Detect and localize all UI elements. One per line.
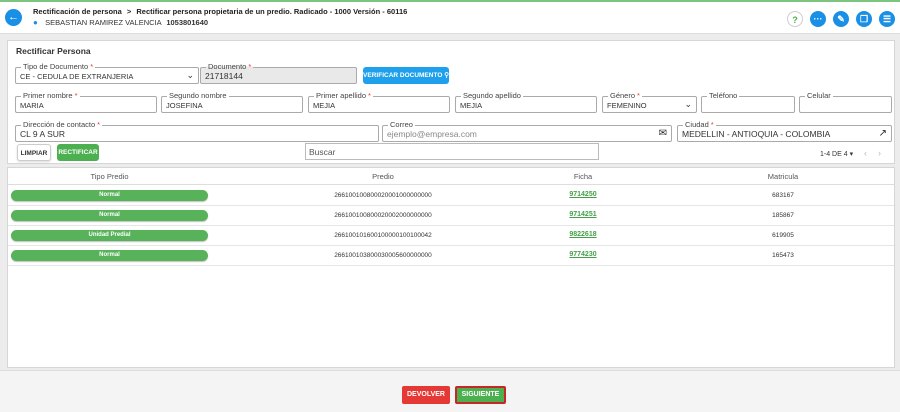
breadcrumb-current: Rectificar persona propietaria de un pre… (136, 7, 408, 16)
matricula-cell: 185867 (772, 212, 794, 219)
property-type-badge: Normal (11, 250, 208, 261)
breadcrumb-parent[interactable]: Rectificación de persona (33, 7, 122, 16)
predio-cell: 266100100800020002000000000 (334, 212, 432, 219)
contact-address-field[interactable]: Dirección de contacto * CL 9 A SUR (15, 120, 379, 142)
breadcrumb-separator: > (126, 7, 132, 16)
external-link-icon[interactable]: ↗ (879, 128, 887, 139)
column-header-predio[interactable]: Predio (288, 172, 478, 181)
clear-button[interactable]: LIMPIAR (17, 144, 51, 161)
footer-actions: DEVOLVER SIGUIENTE (0, 370, 900, 412)
pagination-range[interactable]: 1-4 DE 4 (820, 151, 848, 158)
column-header-ficha[interactable]: Ficha (508, 172, 658, 181)
attachment-icon[interactable]: ✎ (833, 11, 849, 27)
search-icon: ⚲ (444, 72, 449, 79)
user-document: 1053801640 (166, 18, 209, 27)
document-field[interactable]: Documento * 21718144 (200, 62, 357, 84)
second-surname-field[interactable]: Segundo apellido MEJIA (455, 91, 597, 113)
email-placeholder: ejemplo@empresa.com (387, 129, 477, 139)
verify-document-button[interactable]: VERIFICAR DOCUMENTO ⚲ (363, 67, 449, 84)
phone-field[interactable]: Teléfono (701, 91, 795, 113)
user-icon: ● (33, 18, 38, 27)
pagination-caret-icon[interactable]: ▾ (850, 151, 854, 158)
chevron-down-icon: ⌄ (684, 99, 692, 109)
search-input[interactable]: Buscar (305, 143, 599, 160)
table-header: Tipo Predio Predio Ficha Matricula (8, 168, 894, 185)
document-type-select[interactable]: Tipo de Documento * CE - CEDULA DE EXTRAN… (15, 62, 199, 84)
column-header-matricula[interactable]: Matricula (688, 172, 878, 181)
panel-title: Rectificar Persona (16, 46, 91, 56)
document-type-value: CE - CEDULA DE EXTRANJERIA (20, 72, 134, 81)
matricula-cell: 165473 (772, 252, 794, 259)
help-icon[interactable]: ? (787, 11, 803, 27)
ficha-link[interactable]: 9822618 (508, 231, 658, 238)
property-type-badge: Normal (11, 210, 208, 221)
current-user: ● SEBASTIAN RAMIREZ VALENCIA 1053801640 (33, 18, 208, 27)
email-field[interactable]: Correo ejemplo@empresa.com ✉ (382, 120, 672, 142)
prev-page-icon[interactable]: ‹ (864, 148, 867, 158)
properties-table: Tipo Predio Predio Ficha Matricula Norma… (7, 167, 895, 368)
matricula-cell: 683167 (772, 192, 794, 199)
envelope-icon: ✉ (658, 128, 667, 139)
next-button[interactable]: SIGUIENTE (455, 386, 506, 404)
user-name: SEBASTIAN RAMIREZ VALENCIA (45, 18, 162, 27)
column-header-tipo-predio[interactable]: Tipo Predio (11, 172, 208, 181)
copy-icon[interactable]: ❐ (856, 11, 872, 27)
pagination: 1-4 DE 4 ▾ ‹ › (820, 148, 881, 158)
ficha-link[interactable]: 9714250 (508, 191, 658, 198)
property-type-badge: Unidad Predial (11, 230, 208, 241)
ficha-link[interactable]: 9774230 (508, 251, 658, 258)
matricula-cell: 619905 (772, 232, 794, 239)
first-name-field[interactable]: Primer nombre * MARIA (15, 91, 157, 113)
gender-select[interactable]: Género * FEMENINO ⌄ (602, 91, 697, 113)
table-row[interactable]: Normal 266100103800030005600000000 97742… (8, 246, 894, 266)
chat-icon[interactable]: ☰ (879, 11, 895, 27)
back-arrow-icon[interactable]: ← (5, 9, 22, 26)
top-bar: ← Rectificación de persona > Rectificar … (0, 0, 900, 34)
predio-cell: 266100103800030005600000000 (334, 252, 432, 259)
table-row[interactable]: Normal 266100100800020001000000000 97142… (8, 186, 894, 206)
city-field[interactable]: Ciudad * MEDELLIN - ANTIOQUIA - COLOMBIA … (677, 120, 892, 142)
predio-cell: 266100101600100000100100042 (334, 232, 432, 239)
first-surname-field[interactable]: Primer apellido * MEJIA (308, 91, 450, 113)
return-button[interactable]: DEVOLVER (402, 386, 450, 404)
table-row[interactable]: Normal 266100100800020002000000000 97142… (8, 206, 894, 226)
next-page-icon[interactable]: › (878, 148, 881, 158)
more-icon[interactable]: ··· (810, 11, 826, 27)
second-name-field[interactable]: Segundo nombre JOSEFINA (161, 91, 303, 113)
ficha-link[interactable]: 9714251 (508, 211, 658, 218)
table-row[interactable]: Unidad Predial 2661001016001000001001000… (8, 226, 894, 246)
document-value: 21718144 (205, 71, 243, 81)
rectify-button[interactable]: RECTIFICAR (57, 144, 99, 161)
predio-cell: 266100100800020001000000000 (334, 192, 432, 199)
chevron-down-icon: ⌄ (186, 70, 194, 80)
breadcrumb: Rectificación de persona > Rectificar pe… (33, 7, 407, 16)
property-type-badge: Normal (11, 190, 208, 201)
mobile-field[interactable]: Celular (799, 91, 892, 113)
